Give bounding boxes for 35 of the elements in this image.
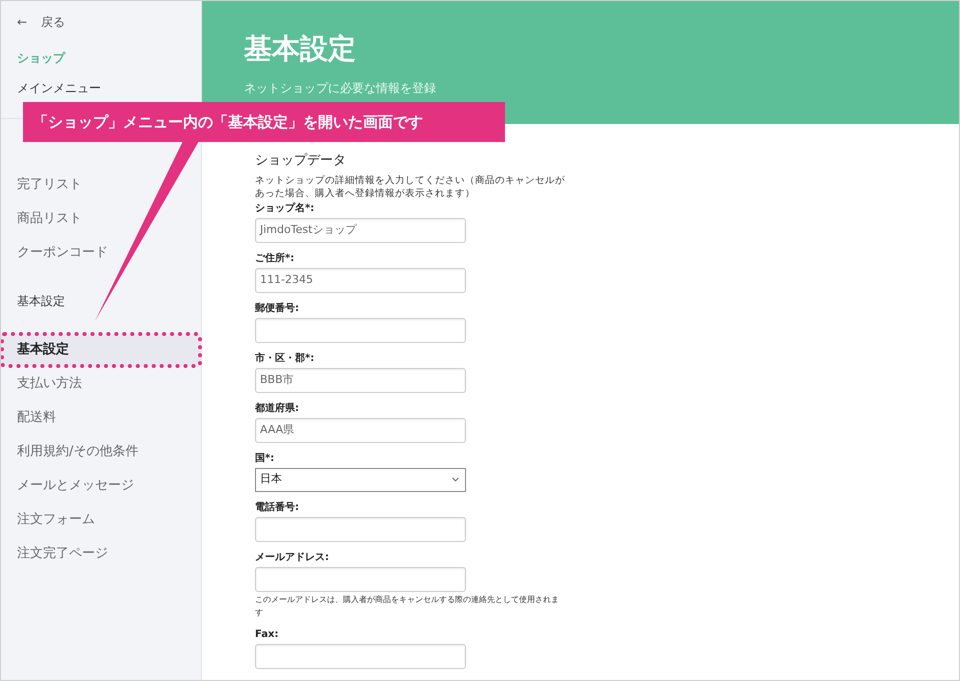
field-label: Fax: bbox=[255, 628, 280, 642]
field-label: 電話番号: bbox=[255, 500, 300, 514]
field-label: 郵便番号: bbox=[255, 302, 300, 316]
menu-item[interactable]: 支払い方法 bbox=[1, 367, 201, 401]
back-arrow-icon: ← bbox=[17, 13, 28, 31]
menu-item[interactable]: 注文完了ページ bbox=[1, 537, 201, 571]
input-field[interactable]: 111-2345 bbox=[255, 268, 466, 292]
input-field[interactable] bbox=[255, 318, 466, 342]
input-field[interactable]: AAA県 bbox=[255, 418, 466, 442]
input-field[interactable] bbox=[255, 516, 466, 542]
menu-item[interactable]: 基本設定 bbox=[1, 333, 201, 367]
field-label: ご住所*: bbox=[255, 252, 296, 266]
menu-item[interactable]: 利用規約/その他条件 bbox=[1, 435, 201, 469]
field-label: 国*: bbox=[255, 452, 276, 466]
page-title: 基本設定 bbox=[244, 31, 357, 67]
country-select[interactable]: 日本 bbox=[255, 468, 466, 492]
callout-label: 「ショップ」メニュー内の「基本設定」を開いた画面です bbox=[23, 102, 505, 142]
menu-heading: 基本設定 bbox=[16, 293, 66, 310]
field-label: 都道府県: bbox=[255, 402, 300, 416]
field-label: ショップ名*: bbox=[255, 202, 316, 216]
field-label: 市・区・郡*: bbox=[255, 352, 316, 366]
input-field[interactable]: JimdoTestショップ bbox=[255, 218, 466, 242]
input-field[interactable] bbox=[255, 644, 466, 668]
page-subtitle: ネットショップに必要な情報を登録 bbox=[244, 80, 437, 97]
form-description: ネットショップの詳細情報を入力してください（商品のキャンセルがあった場合、購入者へ登録情報が表示されます） bbox=[255, 174, 565, 200]
back-link[interactable]: ← 戻る bbox=[1, 12, 201, 32]
menu-item[interactable]: 注文フォーム bbox=[1, 503, 201, 537]
menu-item[interactable]: 配送料 bbox=[1, 401, 201, 435]
input-field[interactable]: BBB市 bbox=[255, 368, 466, 392]
field-hint: このメールアドレスは、購入者が商品をキャンセルする際の連絡先として使用されます bbox=[255, 594, 560, 618]
form-title: ショップデータ bbox=[255, 152, 347, 170]
input-field[interactable] bbox=[255, 566, 466, 592]
section-title: ショップ bbox=[16, 50, 66, 67]
menu-item[interactable]: メールとメッセージ bbox=[1, 469, 201, 503]
field-label: メールアドレス: bbox=[255, 550, 330, 564]
